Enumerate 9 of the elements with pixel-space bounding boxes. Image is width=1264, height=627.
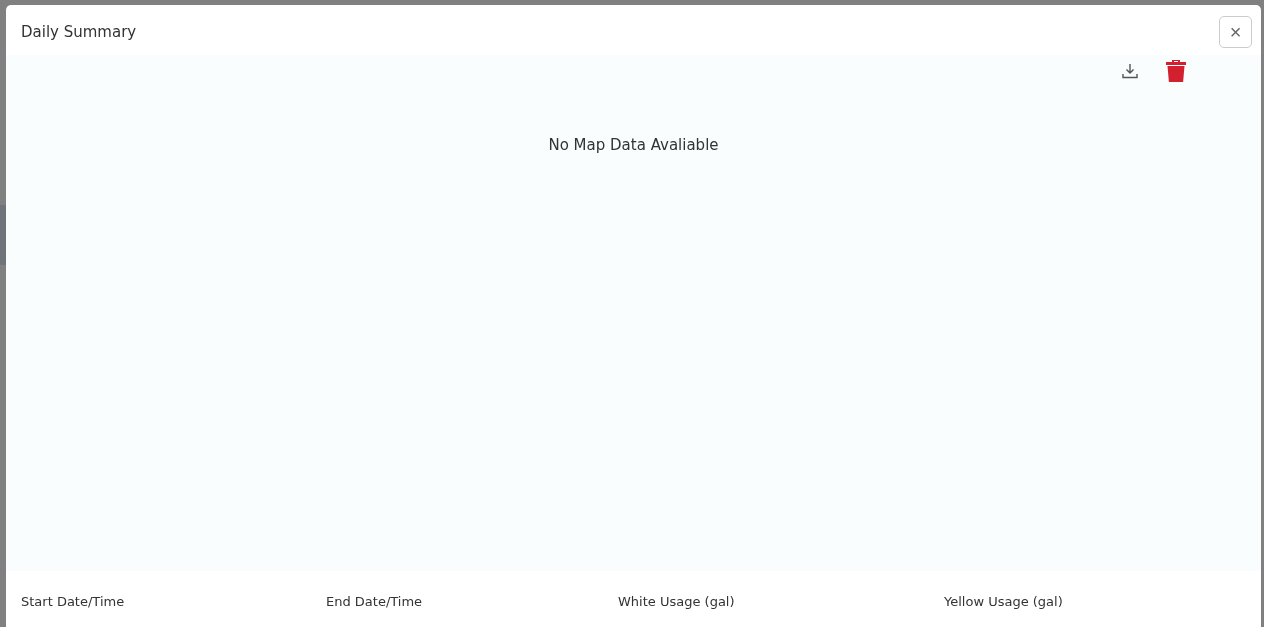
trash-icon[interactable] [1165, 59, 1187, 83]
empty-message: No Map Data Avaliable [547, 136, 720, 154]
download-icon[interactable] [1122, 63, 1138, 79]
dialog-title: Daily Summary [21, 23, 137, 41]
close-button[interactable]: × [1219, 16, 1252, 48]
column-header: End Date/Time [326, 594, 423, 609]
column-header: Start Date/Time [21, 594, 125, 609]
column-header: White Usage (gal) [618, 594, 735, 609]
column-header: Yellow Usage (gal) [944, 594, 1063, 609]
